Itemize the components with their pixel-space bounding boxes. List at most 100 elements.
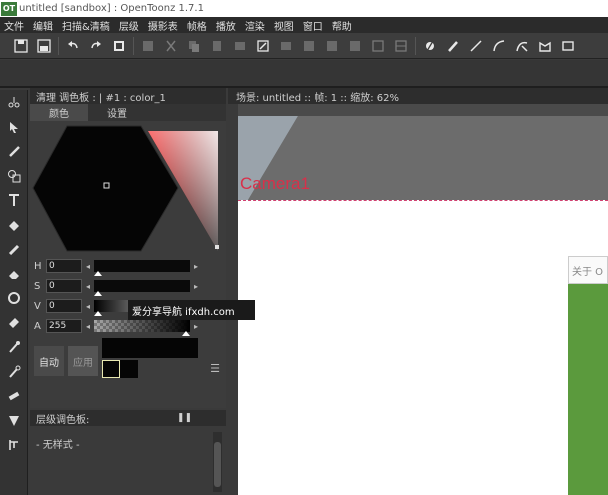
cells2-icon[interactable] — [392, 37, 410, 55]
magnet-tool-icon[interactable] — [0, 433, 28, 458]
menu-edit[interactable]: 编辑 — [29, 18, 58, 33]
toolbox — [0, 90, 28, 495]
style-editor-panel: 清理 调色板 : | #1 : color_1 颜色 设置 H 0 ◂ ▸ S … — [30, 88, 226, 408]
cells-icon[interactable] — [323, 37, 341, 55]
geometric-tool-icon[interactable] — [0, 164, 28, 189]
channel-label: V — [34, 300, 41, 312]
save-all-icon[interactable] — [35, 37, 53, 55]
menu-scan-cleanup[interactable]: 扫描&清稿 — [58, 18, 115, 33]
stamp-icon[interactable] — [110, 37, 128, 55]
hamburger-menu-icon[interactable]: ☰ — [210, 362, 220, 375]
watermark-overlay: 爱分享导航 ifxdh.com — [128, 300, 255, 320]
curve-icon[interactable] — [513, 37, 531, 55]
current-color-swatch — [120, 360, 138, 378]
export-icon[interactable] — [254, 37, 272, 55]
eraser-tool-icon[interactable] — [0, 262, 28, 287]
style-editor-tabs: 颜色 设置 — [30, 104, 226, 121]
pen-tool-icon[interactable] — [421, 37, 439, 55]
channel-h-slider[interactable] — [94, 260, 190, 276]
undo-icon[interactable] — [64, 37, 82, 55]
menu-xsheet[interactable]: 摄影表 — [144, 18, 183, 33]
command-toolbar — [0, 33, 608, 59]
menu-cells[interactable]: 帧格 — [183, 18, 212, 33]
paint-brush-tool-icon[interactable] — [0, 237, 28, 262]
paste-icon[interactable] — [208, 37, 226, 55]
channel-row-h: H 0 ◂ ▸ — [30, 256, 226, 276]
auto-apply-button[interactable]: 自动 — [34, 346, 64, 376]
channel-a-slider[interactable] — [94, 320, 190, 336]
brush-tool-icon[interactable] — [444, 37, 462, 55]
toolbar-separator — [133, 36, 134, 55]
channel-row-s: S 0 ◂ ▸ — [30, 276, 226, 296]
scene-viewer[interactable]: Camera1 关于 O — [228, 104, 608, 495]
redo-icon[interactable] — [87, 37, 105, 55]
style-editor-footer: 自动 应用 ☰ — [30, 336, 226, 388]
copy-icon[interactable] — [185, 37, 203, 55]
arrow-left-icon[interactable]: ◂ — [82, 262, 94, 271]
old-color-swatch — [102, 360, 120, 378]
level-palette-label: 层级调色板: — [36, 414, 90, 426]
fx-icon[interactable] — [277, 37, 295, 55]
levels-icon[interactable] — [300, 37, 318, 55]
hexagon-color-picker[interactable] — [30, 121, 226, 256]
control-point-tool-icon[interactable] — [0, 360, 28, 385]
arrow-left-icon[interactable]: ◂ — [82, 282, 94, 291]
channel-s-input[interactable]: 0 — [46, 279, 82, 293]
style-picker-tool-icon[interactable] — [0, 311, 28, 336]
style-editor-title: 清理 调色板 : | #1 : color_1 — [30, 88, 226, 104]
level-palette-scrollbar[interactable] — [213, 432, 222, 492]
selection-tool-icon[interactable] — [0, 115, 28, 140]
menu-windows[interactable]: 窗口 — [299, 18, 328, 33]
tab-settings[interactable]: 设置 — [88, 104, 146, 121]
fill-tool-icon[interactable] — [0, 213, 28, 238]
channel-h-input[interactable]: 0 — [46, 259, 82, 273]
arrow-left-icon[interactable]: ◂ — [82, 322, 94, 331]
shape-icon[interactable] — [536, 37, 554, 55]
menu-render[interactable]: 渲染 — [241, 18, 270, 33]
arc-icon[interactable] — [490, 37, 508, 55]
level-palette-title: 层级调色板: ❚❚ — [30, 410, 226, 426]
color-picker-area[interactable] — [30, 121, 226, 256]
menu-level[interactable]: 层级 — [115, 18, 144, 33]
arrow-right-icon[interactable]: ▸ — [190, 282, 202, 291]
menu-file[interactable]: 文件 — [0, 18, 29, 33]
stack-icon[interactable] — [346, 37, 364, 55]
channel-label: S — [34, 280, 41, 292]
about-dialog-title[interactable]: 关于 O — [568, 256, 608, 284]
brush-tool-icon[interactable] — [0, 139, 28, 164]
camera-label: Camera1 — [240, 174, 310, 193]
pinch-tool-icon[interactable] — [0, 384, 28, 409]
grid-icon[interactable] — [139, 37, 157, 55]
scene-viewer-header: 场景: untitled :: 帧: 1 :: 缩放: 62% — [228, 88, 608, 104]
type-tool-icon[interactable] — [0, 188, 28, 213]
animate-tool-icon[interactable] — [0, 90, 28, 115]
toolbar-separator — [58, 36, 59, 55]
channel-label: H — [34, 260, 42, 272]
save-scene-icon[interactable] — [12, 37, 30, 55]
arrow-right-icon[interactable]: ▸ — [190, 262, 202, 271]
line-icon[interactable] — [467, 37, 485, 55]
scissors-icon[interactable] — [162, 37, 180, 55]
apply-button[interactable]: 应用 — [68, 346, 98, 376]
pump-tool-icon[interactable] — [0, 409, 28, 434]
film-icon[interactable] — [231, 37, 249, 55]
camera-paper[interactable] — [238, 200, 608, 495]
rgb-picker-tool-icon[interactable] — [0, 335, 28, 360]
level-palette-panel: 层级调色板: ❚❚ - 无样式 - — [30, 410, 226, 495]
menu-view[interactable]: 视图 — [270, 18, 299, 33]
app-logo: OT — [1, 1, 17, 16]
channel-a-input[interactable]: 255 — [46, 319, 82, 333]
scrollbar-thumb[interactable] — [214, 442, 221, 487]
menu-play[interactable]: 播放 — [212, 18, 241, 33]
arrow-left-icon[interactable]: ◂ — [82, 302, 94, 311]
pause-icon[interactable]: ❚❚ — [177, 413, 192, 423]
menu-help[interactable]: 帮助 — [328, 18, 357, 33]
tape-tool-icon[interactable] — [0, 286, 28, 311]
frame-icon[interactable] — [369, 37, 387, 55]
channel-v-input[interactable]: 0 — [46, 299, 82, 313]
tab-color[interactable]: 颜色 — [30, 104, 88, 121]
rect-icon[interactable] — [559, 37, 577, 55]
channel-s-slider[interactable] — [94, 280, 190, 296]
arrow-right-icon[interactable]: ▸ — [190, 322, 202, 331]
about-dialog[interactable]: 关于 O — [568, 256, 608, 495]
